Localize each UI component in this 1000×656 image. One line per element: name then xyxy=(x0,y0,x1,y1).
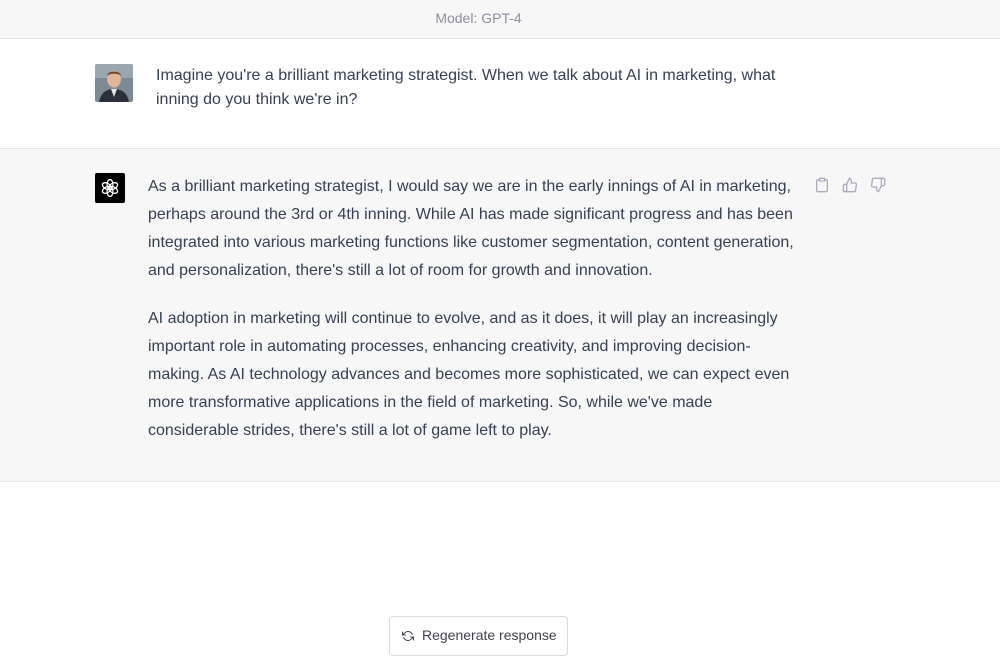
thumbs-up-icon xyxy=(842,177,858,193)
user-avatar xyxy=(95,64,133,102)
thumbs-down-icon xyxy=(870,177,886,193)
model-label: Model: GPT-4 xyxy=(435,10,522,26)
openai-logo-icon xyxy=(101,178,119,198)
message-actions xyxy=(812,175,888,195)
regenerate-response-button[interactable]: Regenerate response xyxy=(389,616,568,656)
user-photo-avatar-icon xyxy=(95,64,133,102)
assistant-paragraph: As a brilliant marketing strategist, I w… xyxy=(148,178,794,279)
thumbs-up-button[interactable] xyxy=(840,175,860,195)
assistant-paragraph: AI adoption in marketing will continue t… xyxy=(148,310,790,439)
refresh-icon xyxy=(402,631,414,641)
user-message-row: Imagine you're a brilliant marketing str… xyxy=(0,39,1000,149)
top-bar: Model: GPT-4 xyxy=(0,0,1000,39)
assistant-message-text: As a brilliant marketing strategist, I w… xyxy=(148,173,796,465)
user-message-text: Imagine you're a brilliant marketing str… xyxy=(156,67,776,108)
assistant-message-row: As a brilliant marketing strategist, I w… xyxy=(0,149,1000,482)
thumbs-down-button[interactable] xyxy=(868,175,888,195)
copy-button[interactable] xyxy=(812,175,832,195)
clipboard-icon xyxy=(816,177,828,193)
regenerate-label: Regenerate response xyxy=(422,627,557,643)
assistant-avatar xyxy=(95,173,125,203)
